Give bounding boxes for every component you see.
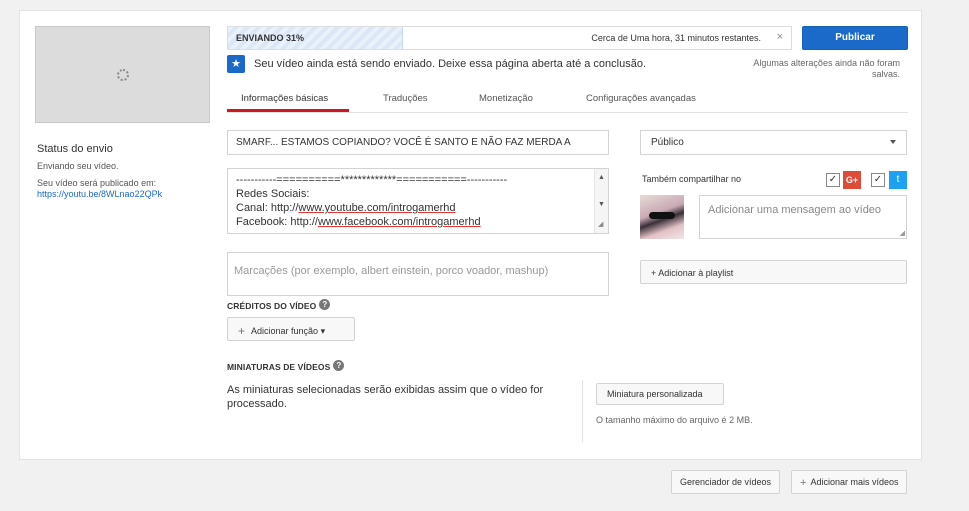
- upload-time-remaining: Cerca de Uma hora, 31 minutos restantes.: [591, 33, 761, 43]
- description-line: Facebook: http://www.facebook.com/introg…: [236, 216, 481, 228]
- share-message-input[interactable]: Adicionar uma mensagem ao vídeo ◢: [699, 195, 907, 239]
- tab-monetization[interactable]: Monetização: [479, 93, 533, 104]
- scroll-up-icon[interactable]: ▲: [598, 171, 605, 185]
- resize-grip-icon[interactable]: ◢: [900, 229, 905, 237]
- tab-bar: Informações básicas Traduções Monetizaçã…: [227, 89, 908, 113]
- add-function-button[interactable]: + Adicionar função ▾: [227, 317, 355, 341]
- publish-note: Seu vídeo será publicado em:: [37, 178, 157, 188]
- resize-grip-icon[interactable]: ◢: [598, 218, 603, 232]
- dropdown-caret-icon: [890, 140, 896, 144]
- video-title-input[interactable]: SMARF... ESTAMOS COPIANDO? VOCÊ É SANTO …: [227, 130, 609, 155]
- description-line: Canal: http://www.youtube.com/introgamer…: [236, 202, 456, 214]
- active-tab-indicator: [227, 109, 349, 112]
- privacy-select[interactable]: Público: [640, 130, 907, 155]
- star-icon: ★: [227, 55, 245, 73]
- video-manager-button[interactable]: Gerenciador de vídeos: [671, 470, 781, 494]
- gplus-share-checkbox[interactable]: ✓: [826, 173, 840, 187]
- twitter-icon: t: [889, 171, 907, 189]
- thumbnails-divider: [582, 380, 583, 442]
- custom-thumbnail-button[interactable]: Miniatura personalizada: [596, 383, 724, 405]
- tags-input[interactable]: Marcações (por exemplo, albert einstein,…: [227, 252, 609, 296]
- video-description-textarea[interactable]: -----------==========*************======…: [227, 168, 609, 234]
- help-icon[interactable]: ?: [319, 299, 331, 310]
- add-more-videos-button[interactable]: + Adicionar mais vídeos: [791, 470, 908, 494]
- upload-progress-bar: ENVIANDO 31% Cerca de Uma hora, 31 minut…: [227, 26, 792, 50]
- upload-status-subtitle: Enviando seu vídeo.: [37, 161, 119, 171]
- share-label: Também compartilhar no: [642, 174, 742, 184]
- cancel-upload-icon[interactable]: ×: [777, 31, 783, 43]
- dropdown-caret-icon: ▾: [320, 326, 326, 336]
- plus-icon: +: [238, 324, 246, 338]
- thumbnail-size-note: O tamanho máximo do arquivo é 2 MB.: [596, 415, 753, 425]
- video-link[interactable]: https://youtu.be/8WLnao22QPk: [37, 189, 162, 199]
- video-thumbnail-preview: [35, 26, 210, 123]
- upload-status-title: Status do envio: [37, 143, 113, 155]
- plus-icon: +: [800, 477, 807, 489]
- upload-card: Status do envio Enviando seu vídeo. Seu …: [19, 10, 922, 460]
- video-credits-heading: CRÉDITOS DO VÍDEO?: [227, 299, 331, 311]
- thumbnails-description: As miniaturas selecionadas serão exibida…: [227, 384, 544, 410]
- upload-progress-label: ENVIANDO 31%: [236, 33, 305, 43]
- google-plus-icon: G+: [843, 171, 861, 189]
- unsaved-changes-note: Algumas alterações ainda não foram salva…: [753, 58, 900, 79]
- description-line: -----------==========*************======…: [236, 174, 508, 186]
- scroll-down-icon[interactable]: ▼: [598, 198, 605, 212]
- upload-notice: Seu vídeo ainda está sendo enviado. Deix…: [254, 58, 646, 70]
- publish-button[interactable]: Publicar: [802, 26, 908, 50]
- tab-advanced-settings[interactable]: Configurações avançadas: [586, 93, 696, 104]
- video-thumbnails-heading: MINIATURAS DE VÍDEOS?: [227, 360, 345, 372]
- avatar-glasses: [649, 212, 675, 219]
- description-scrollbar[interactable]: ▲ ▼ ◢: [594, 169, 608, 233]
- tab-basic-info[interactable]: Informações básicas: [241, 93, 328, 104]
- add-to-playlist-button[interactable]: + Adicionar à playlist: [640, 260, 907, 284]
- avatar: [640, 195, 684, 239]
- help-icon[interactable]: ?: [333, 360, 345, 371]
- twitter-share-checkbox[interactable]: ✓: [871, 173, 885, 187]
- tab-translations[interactable]: Traduções: [383, 93, 428, 104]
- loading-spinner-icon: [117, 69, 129, 81]
- description-line: Redes Sociais:: [236, 188, 310, 200]
